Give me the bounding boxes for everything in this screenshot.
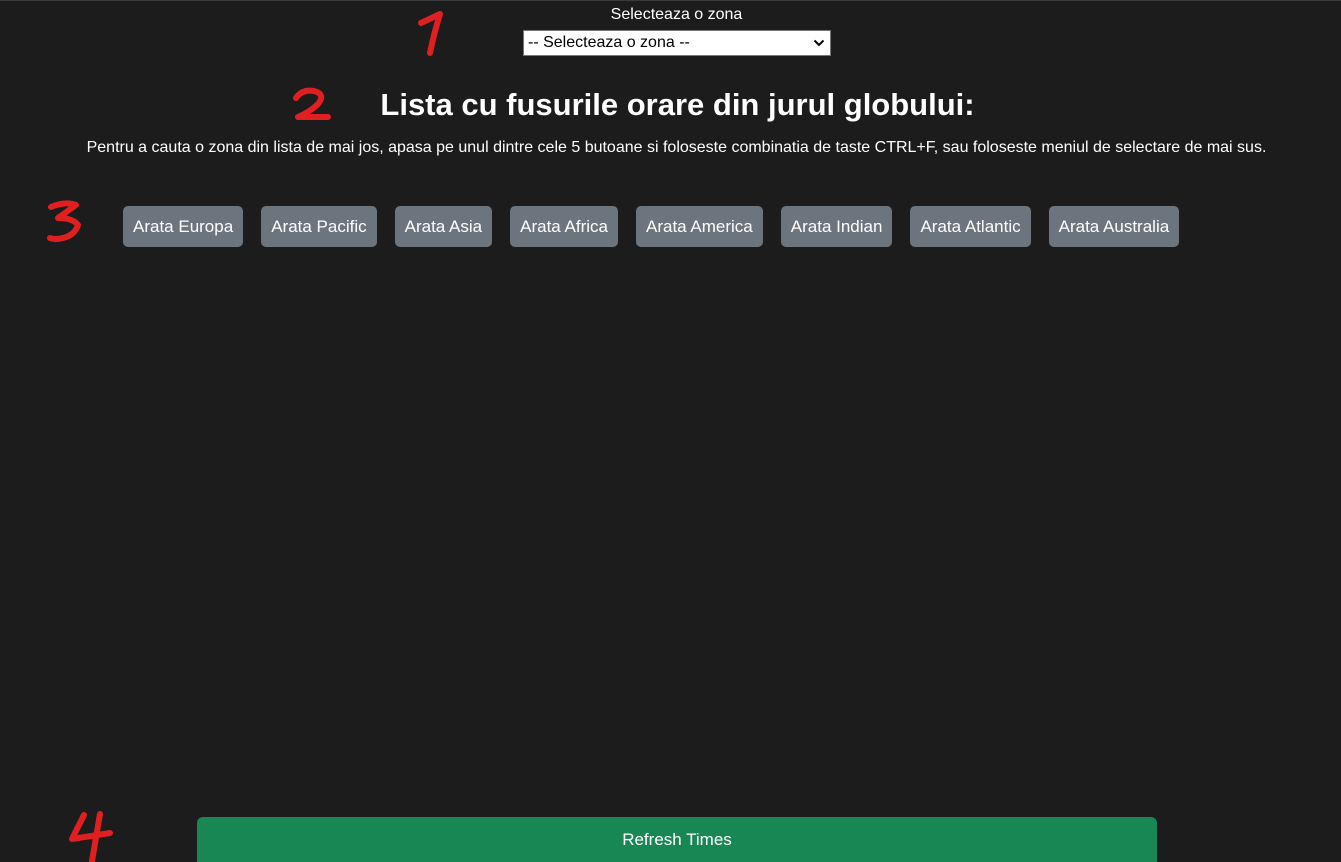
page-title: Lista cu fusurile orare din jurul globul… [380, 87, 975, 122]
chevron-down-icon [812, 36, 826, 50]
show-australia-button[interactable]: Arata Australia [1048, 206, 1180, 247]
page-description: Pentru a cauta o zona din lista de mai j… [86, 139, 1267, 156]
region-button-row: Arata Europa Arata Pacific Arata Asia Ar… [123, 206, 1180, 247]
show-indian-button[interactable]: Arata Indian [780, 206, 893, 247]
show-pacific-button[interactable]: Arata Pacific [261, 206, 377, 247]
page: Selecteaza o zona -- Selecteaza o zona -… [0, 0, 1341, 862]
zone-select-label: Selecteaza o zona [610, 6, 743, 23]
show-asia-button[interactable]: Arata Asia [394, 206, 493, 247]
show-europa-button[interactable]: Arata Europa [123, 206, 244, 247]
annotation-marker-2 [293, 87, 331, 120]
show-africa-button[interactable]: Arata Africa [510, 206, 618, 247]
refresh-times-button[interactable]: Refresh Times [197, 817, 1157, 862]
zone-select[interactable]: -- Selecteaza o zona -- [523, 30, 831, 56]
annotation-marker-3 [47, 200, 81, 242]
show-america-button[interactable]: Arata America [636, 206, 763, 247]
annotation-marker-1 [418, 11, 443, 56]
zone-select-value: -- Selecteaza o zona -- [528, 34, 690, 51]
annotation-marker-4 [69, 811, 113, 862]
show-atlantic-button[interactable]: Arata Atlantic [910, 206, 1031, 247]
